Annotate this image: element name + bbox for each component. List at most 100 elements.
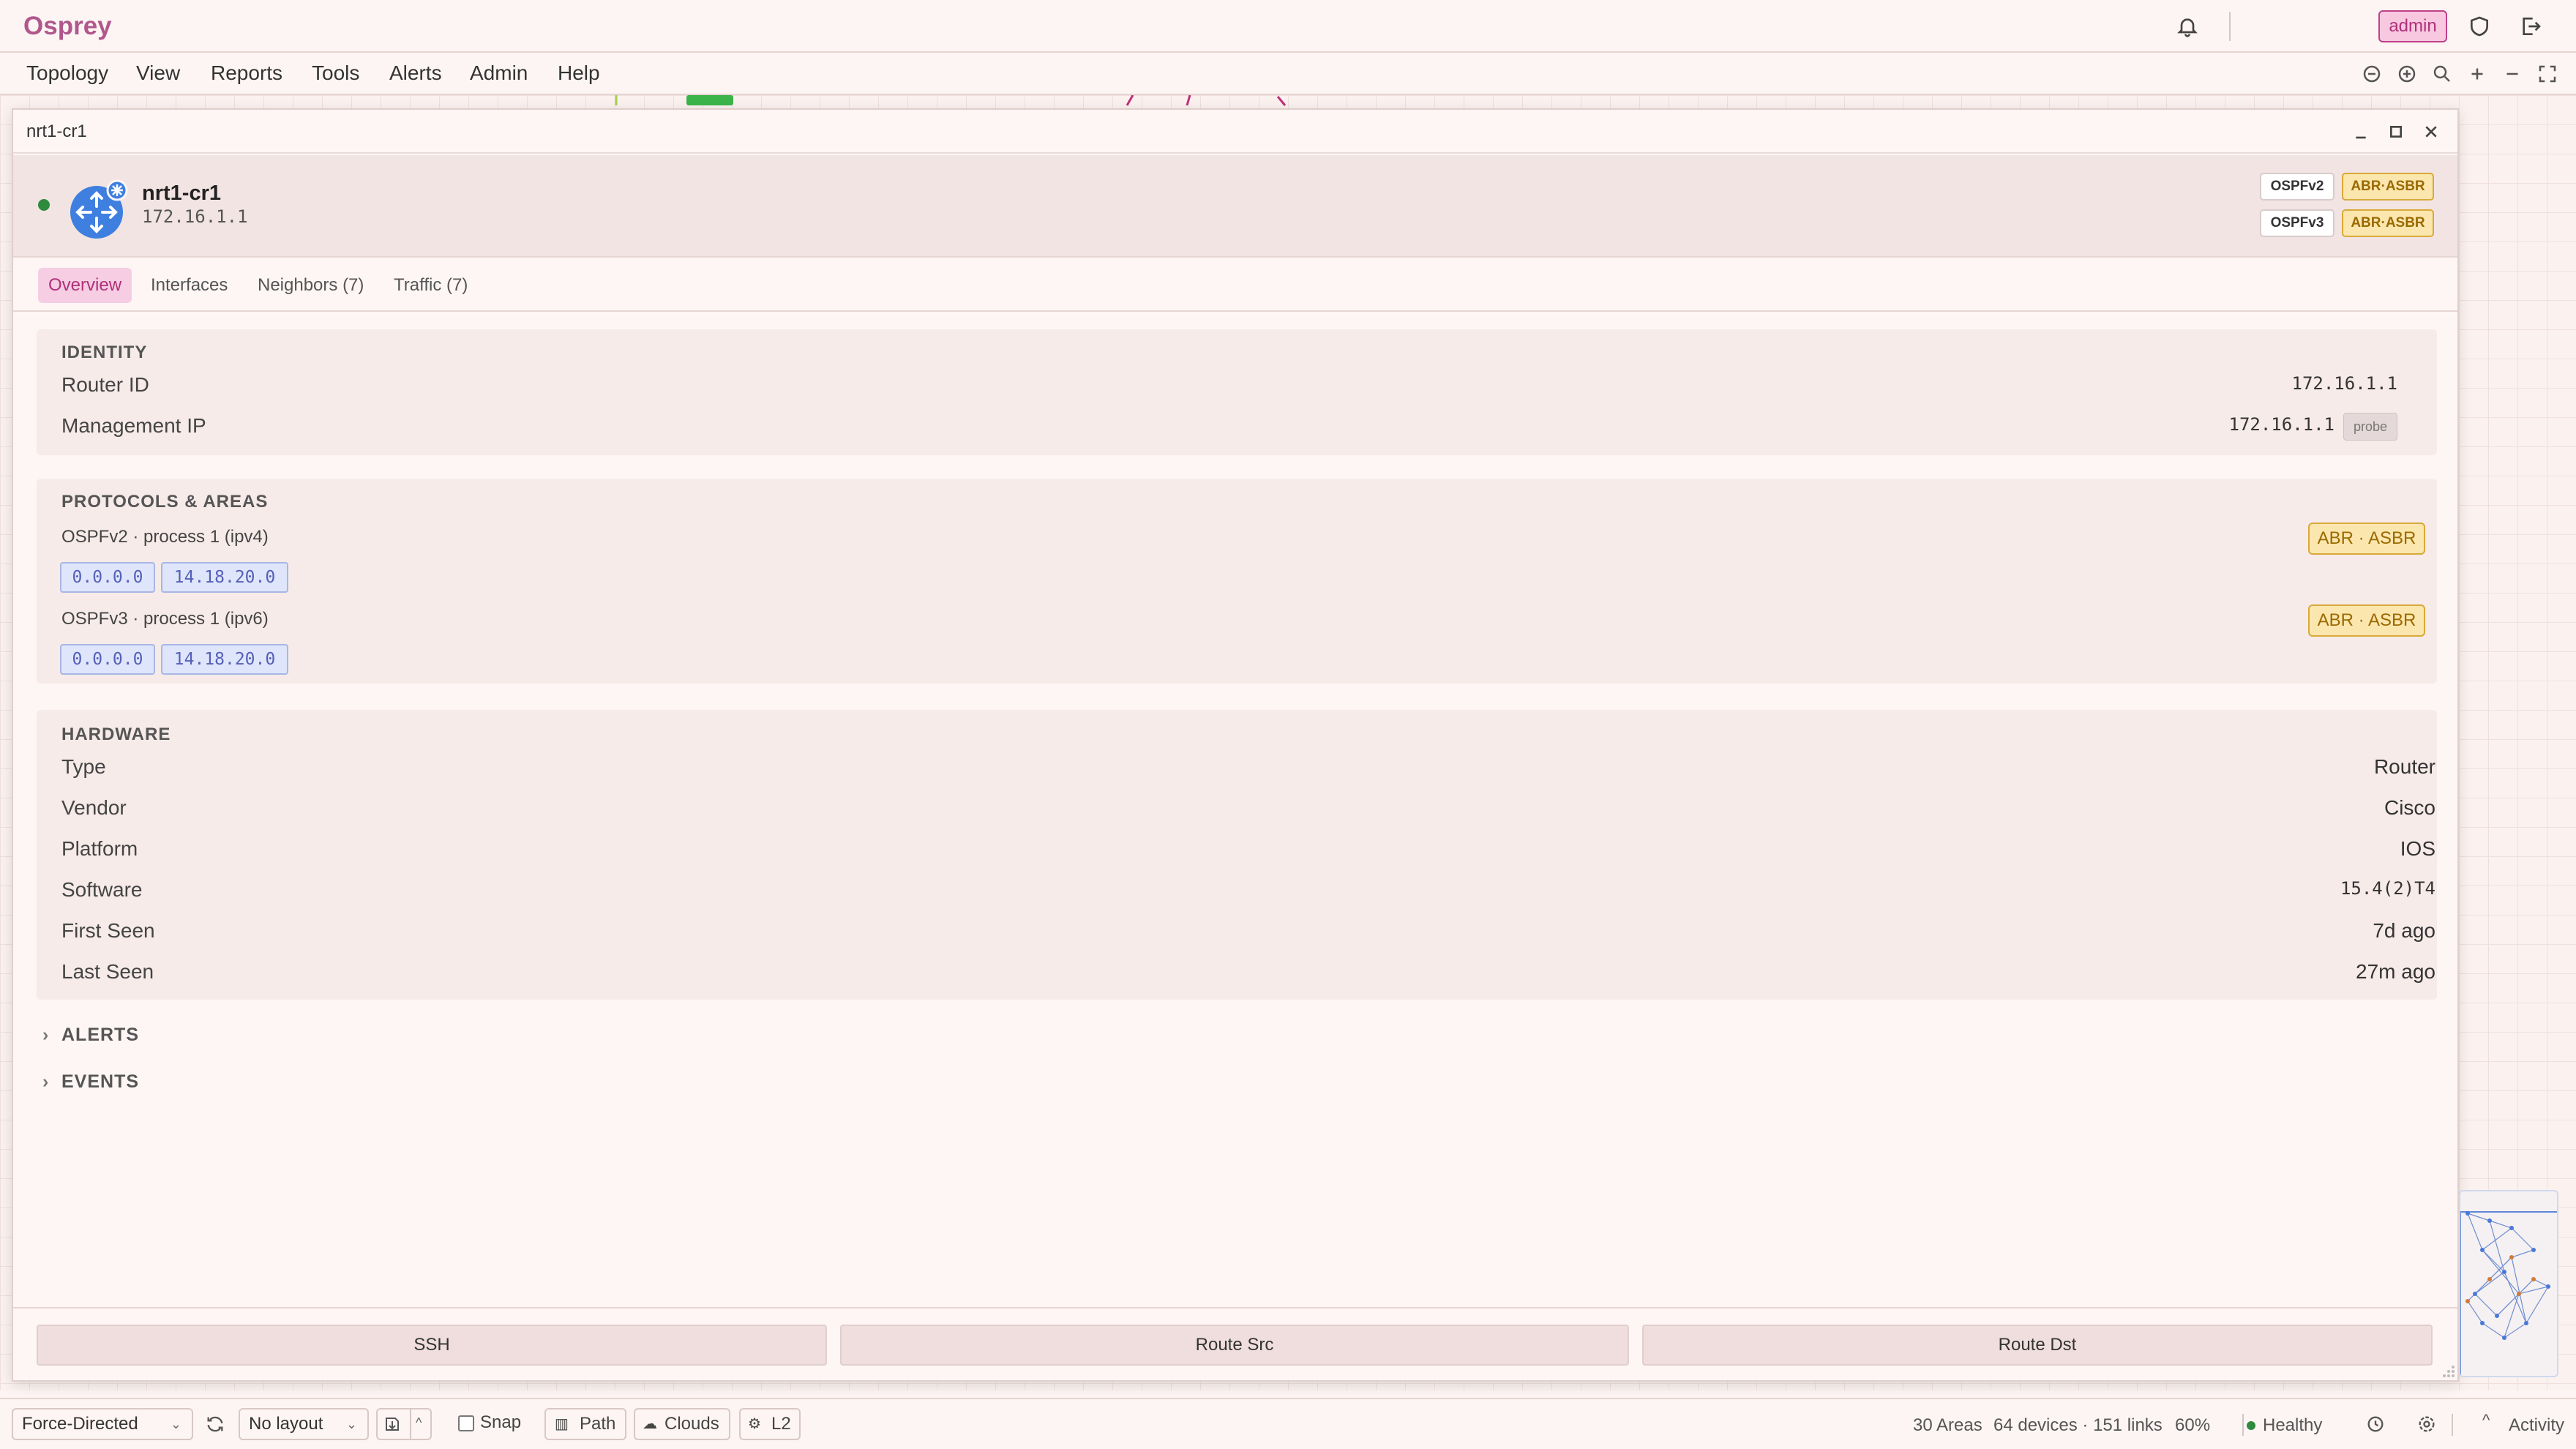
- map-icon: ▥: [555, 1416, 569, 1432]
- health-dot: [2247, 1421, 2255, 1430]
- management-ip-value: 172.16.1.1: [2228, 414, 2335, 435]
- window-titlebar[interactable]: nrt1-cr1: [13, 110, 2457, 154]
- chevron-down-icon: ⌄: [345, 1417, 357, 1431]
- topology-stats: 64 devices · 151 links: [1993, 1415, 2163, 1435]
- layers-icon: ⚙: [748, 1416, 761, 1432]
- saved-layout-select[interactable]: No layout ⌄: [239, 1408, 369, 1440]
- status-dot: [38, 199, 50, 211]
- minimap-graph: [2460, 1211, 2557, 1376]
- chevron-right-icon: ›: [42, 1071, 50, 1092]
- snap-toggle[interactable]: Snap: [452, 1408, 528, 1440]
- clouds-label: Clouds: [664, 1414, 719, 1434]
- router-id-label: Router ID: [61, 373, 149, 396]
- alerts-label: ALERTS: [61, 1025, 139, 1045]
- resize-handle-icon[interactable]: [2440, 1363, 2456, 1379]
- app-header: Osprey admin: [0, 0, 2576, 53]
- tab-traffic[interactable]: Traffic (7): [383, 268, 478, 303]
- close-icon[interactable]: [2419, 120, 2443, 143]
- hw-last-seen-value: 27m ago: [2356, 960, 2435, 983]
- hardware-section: HARDWARE Type Router Vendor Cisco Platfo…: [37, 710, 2437, 1000]
- role-badge-ospfv3: ABR·ASBR: [2342, 209, 2434, 237]
- chevron-up-icon[interactable]: ^: [2482, 1411, 2490, 1430]
- tab-neighbors[interactable]: Neighbors (7): [247, 268, 374, 303]
- clouds-button[interactable]: ☁ Clouds: [634, 1408, 730, 1440]
- saved-layout-value: No layout: [249, 1414, 323, 1434]
- tab-interfaces[interactable]: Interfaces: [141, 268, 238, 303]
- identity-title: IDENTITY: [61, 342, 148, 362]
- layout-algorithm-value: Force-Directed: [22, 1414, 138, 1434]
- hw-software-label: Software: [61, 878, 143, 901]
- save-layout-icon[interactable]: [383, 1415, 401, 1433]
- protocols-section: PROTOCOLS & AREAS OSPFv2 · process 1 (ip…: [37, 479, 2437, 684]
- status-bar: Force-Directed ⌄ No layout ⌄ ^ Snap ▥ Pa…: [0, 1398, 2576, 1449]
- health-status[interactable]: Healthy: [2263, 1415, 2322, 1436]
- hardware-title: HARDWARE: [61, 724, 171, 744]
- route-dst-button[interactable]: Route Dst: [1642, 1325, 2433, 1366]
- app-logo[interactable]: Osprey: [23, 12, 112, 41]
- area-chip[interactable]: 0.0.0.0: [60, 562, 155, 593]
- device-header: nrt1-cr1 172.16.1.1 OSPFv2 ABR·ASBR OSPF…: [13, 155, 2457, 258]
- ssh-button[interactable]: SSH: [37, 1325, 827, 1366]
- events-toggle[interactable]: › EVENTS: [42, 1071, 139, 1093]
- logout-icon[interactable]: [2519, 15, 2542, 38]
- clock-icon[interactable]: [2365, 1414, 2386, 1434]
- l2-button[interactable]: ⚙ L2: [739, 1408, 801, 1440]
- area-chip[interactable]: 0.0.0.0: [60, 644, 155, 675]
- plus-icon[interactable]: [2466, 63, 2488, 85]
- shield-icon[interactable]: [2468, 15, 2491, 38]
- management-ip-label: Management IP: [61, 414, 206, 437]
- fit-screen-icon[interactable]: [2536, 63, 2558, 85]
- chevron-right-icon: ›: [42, 1025, 50, 1045]
- snap-checkbox[interactable]: [458, 1415, 474, 1431]
- gear-icon[interactable]: [2416, 1414, 2437, 1434]
- chevron-down-icon: ⌄: [170, 1417, 181, 1431]
- menu-topology[interactable]: Topology: [26, 61, 108, 85]
- identity-section: IDENTITY Router ID 172.16.1.1 Management…: [37, 329, 2437, 455]
- canvas-edges: [615, 95, 1287, 106]
- probe-badge[interactable]: probe: [2343, 413, 2397, 441]
- maximize-icon[interactable]: [2384, 120, 2408, 143]
- l2-label: L2: [771, 1414, 791, 1434]
- device-ip: 172.16.1.1: [142, 206, 248, 227]
- menu-admin[interactable]: Admin: [470, 61, 528, 85]
- layout-algorithm-select[interactable]: Force-Directed ⌄: [12, 1408, 193, 1440]
- save-layout-group[interactable]: ^: [376, 1408, 432, 1440]
- menu-help[interactable]: Help: [558, 61, 600, 85]
- hw-type-value: Router: [2373, 755, 2435, 778]
- hw-vendor-row: Vendor Cisco: [61, 796, 2435, 825]
- area-chip[interactable]: 14.18.20.0: [161, 644, 288, 675]
- minus-icon[interactable]: [2501, 63, 2523, 85]
- role-badge-ospfv2: ABR·ASBR: [2342, 173, 2434, 201]
- menu-view[interactable]: View: [136, 61, 180, 85]
- area-chip[interactable]: 14.18.20.0: [161, 562, 288, 593]
- header-divider: [2229, 12, 2231, 41]
- management-ip-row: Management IP 172.16.1.1 probe: [61, 413, 2435, 443]
- chevron-up-icon[interactable]: ^: [416, 1408, 422, 1437]
- path-button[interactable]: ▥ Path: [544, 1408, 626, 1440]
- zoom-out-circle-icon[interactable]: [2361, 63, 2383, 85]
- user-badge[interactable]: admin: [2378, 10, 2447, 42]
- events-label: EVENTS: [61, 1071, 140, 1092]
- status-divider: [2452, 1414, 2453, 1436]
- hw-software-value: 15.4(2)T4: [2340, 878, 2435, 899]
- menu-tools[interactable]: Tools: [312, 61, 359, 85]
- route-src-button[interactable]: Route Src: [840, 1325, 1629, 1366]
- hw-last-seen-row: Last Seen 27m ago: [61, 960, 2435, 989]
- bell-icon[interactable]: [2176, 15, 2199, 38]
- tab-overview[interactable]: Overview: [38, 268, 132, 303]
- device-window[interactable]: nrt1-cr1 nrt1-cr1 172.16.1.1 OSPFv2 ABR·…: [12, 108, 2459, 1382]
- menu-alerts[interactable]: Alerts: [389, 61, 442, 85]
- minimap[interactable]: [2459, 1190, 2558, 1377]
- menu-reports[interactable]: Reports: [211, 61, 282, 85]
- alerts-toggle[interactable]: › ALERTS: [42, 1025, 139, 1046]
- activity-toggle[interactable]: Activity: [2509, 1415, 2564, 1436]
- cloud-icon: ☁: [643, 1416, 657, 1432]
- minimize-icon[interactable]: [2349, 120, 2373, 143]
- router-id-value: 172.16.1.1: [2291, 373, 2398, 394]
- status-divider: [2242, 1414, 2244, 1436]
- zoom-in-circle-icon[interactable]: [2396, 63, 2418, 85]
- hw-vendor-label: Vendor: [61, 796, 127, 819]
- hw-first-seen-value: 7d ago: [2373, 919, 2435, 942]
- refresh-icon[interactable]: [205, 1414, 225, 1434]
- search-icon[interactable]: [2431, 63, 2453, 85]
